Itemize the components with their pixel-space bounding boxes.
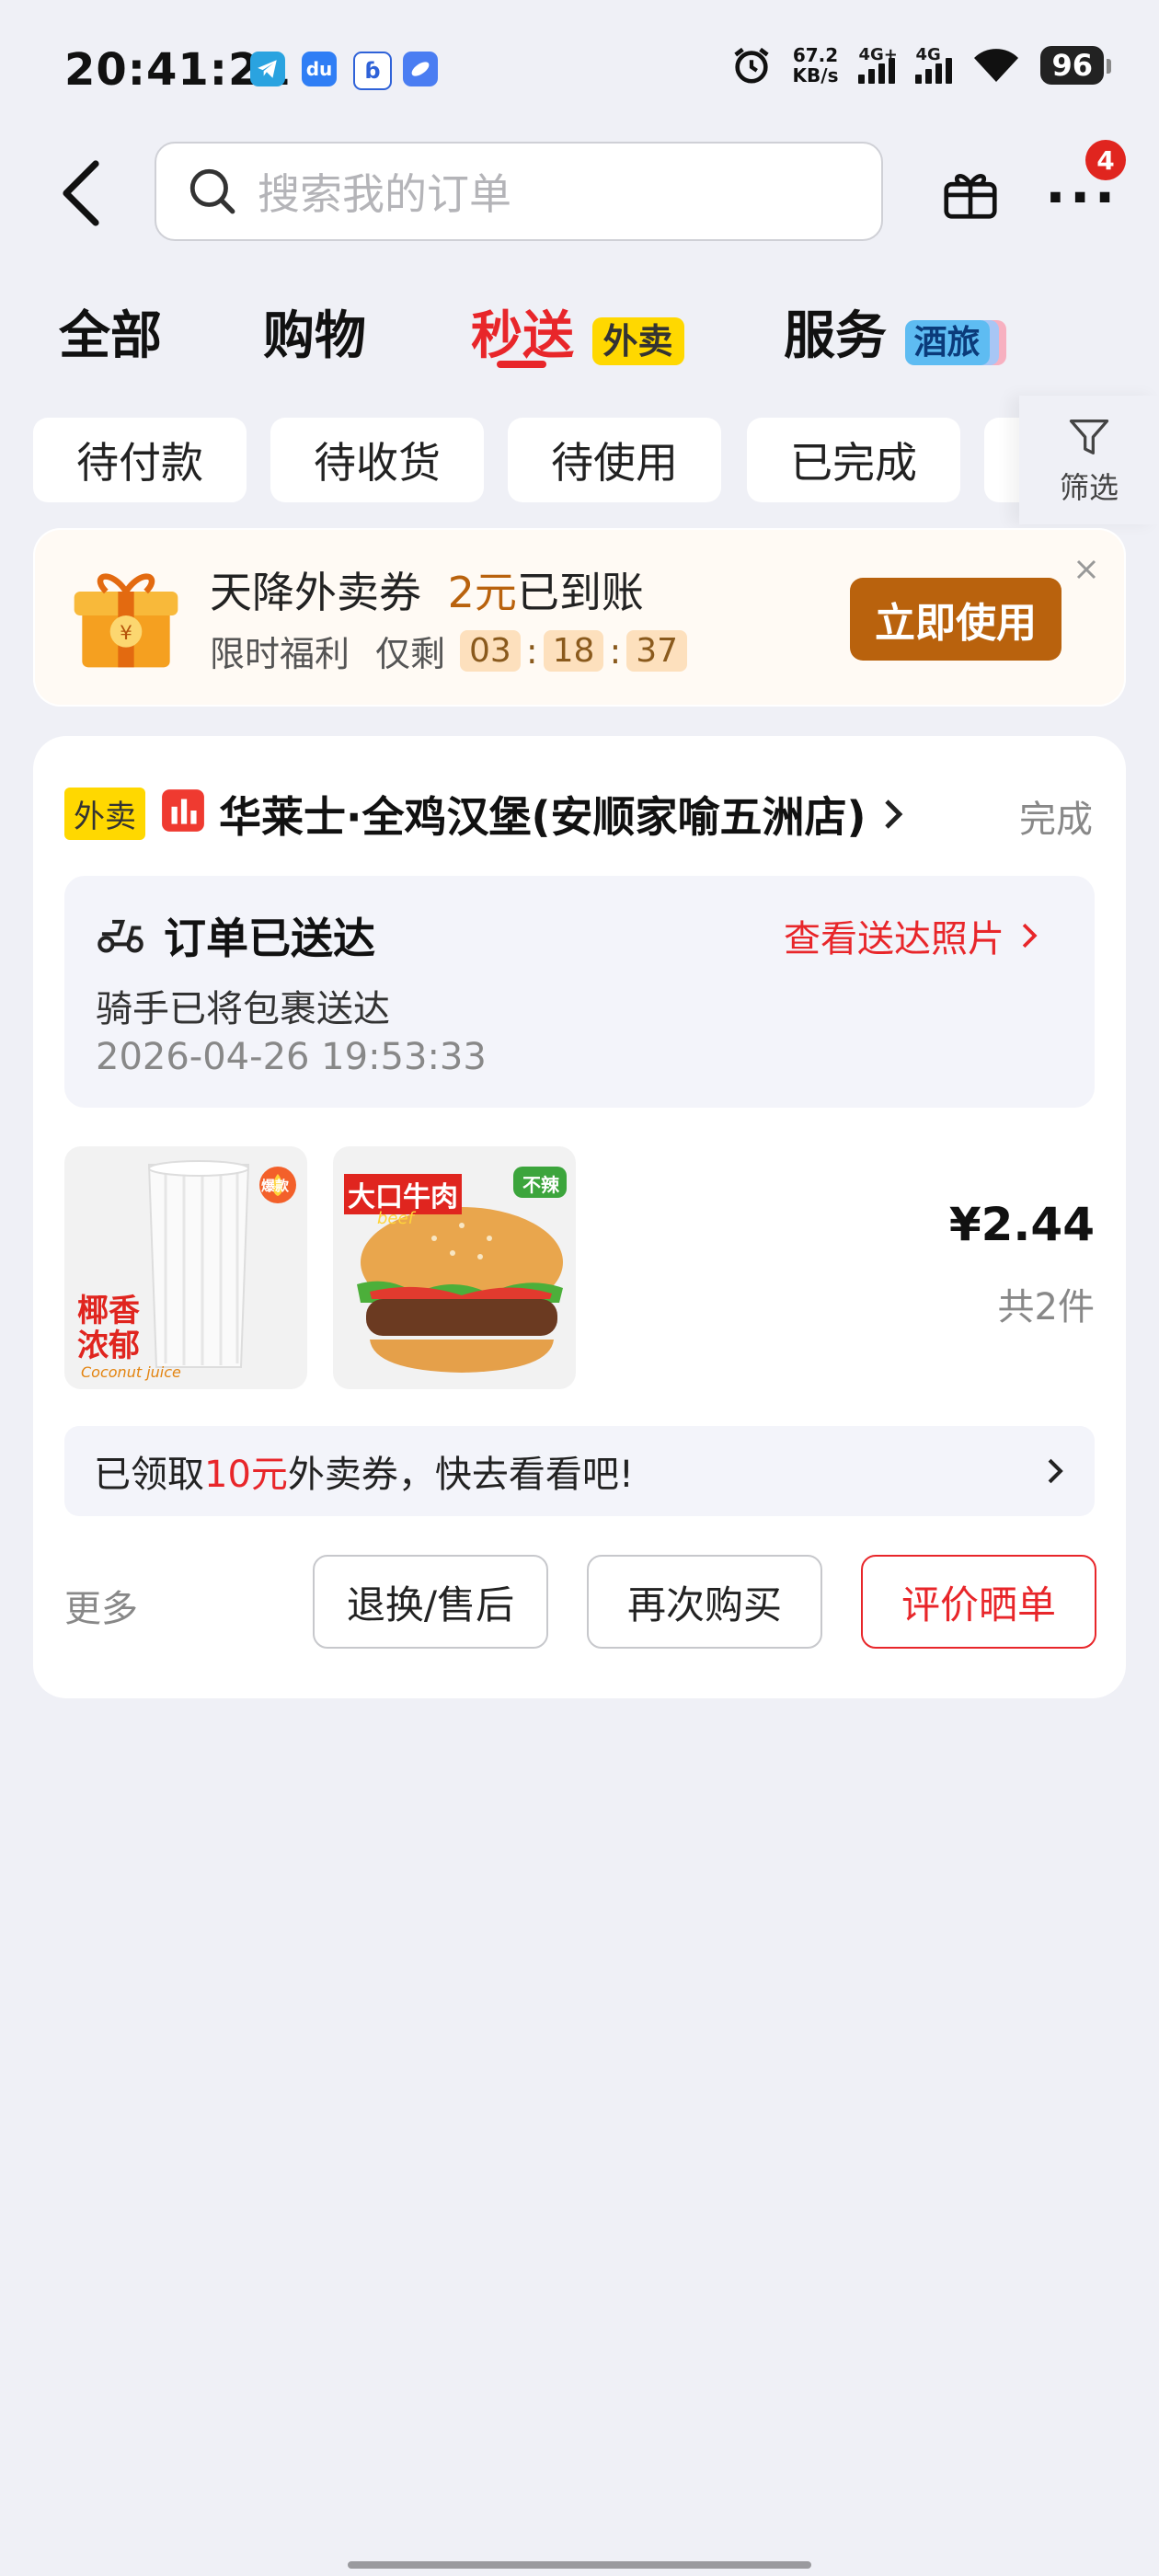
hotel-travel-tag: 酒旅 (904, 320, 990, 365)
chevron-right-icon (1022, 923, 1038, 949)
burger-sub-label: beef (377, 1209, 414, 1228)
banner-title: 天降外卖券 2元已到账 (210, 568, 644, 617)
countdown-seconds: 37 (626, 630, 688, 672)
chevron-right-icon (884, 799, 902, 829)
product-image-coconut[interactable]: 椰香浓郁 Coconut juice 爆款 (64, 1146, 307, 1389)
buy-again-button[interactable]: 再次购买 (587, 1555, 822, 1649)
tab-express[interactable]: 秒送 外卖 (471, 294, 684, 369)
tab-shopping[interactable]: 购物 (263, 294, 366, 369)
pill-app-icon (403, 52, 438, 86)
order-type-tag: 外卖 (64, 788, 145, 840)
banner-subtitle: 限时福利 仅剩 03 : 18 : 37 (210, 626, 688, 676)
back-arrow-icon[interactable] (55, 158, 107, 228)
filter-label: 筛选 (1059, 470, 1119, 505)
gift-box-icon: ¥ (74, 573, 178, 668)
gift-icon[interactable] (938, 160, 1003, 224)
tab-all[interactable]: 全部 (59, 294, 162, 369)
delivery-link-label: 查看送达照片 (784, 918, 1004, 960)
signal-2-icon: 4G (915, 45, 953, 84)
burger-badge: 不辣 (522, 1174, 559, 1196)
product-image-burger[interactable]: 大口牛肉 beef 不辣 (333, 1146, 576, 1389)
baidu-netdisk-icon: du (302, 52, 337, 86)
notification-badge: 4 (1085, 140, 1126, 180)
search-placeholder: 搜索我的订单 (258, 169, 511, 219)
coconut-product-label: 椰香浓郁 (77, 1293, 140, 1364)
delivery-time: 2026-04-26 19:53:33 (96, 1036, 487, 1078)
filter-pending-payment[interactable]: 待付款 (33, 418, 247, 502)
filter-pending-use[interactable]: 待使用 (508, 418, 721, 502)
delivery-title: 订单已送达 (164, 914, 375, 963)
battery-indicator: 96 (1040, 46, 1111, 85)
review-order-button[interactable]: 评价晒单 (861, 1555, 1096, 1649)
net-speed: 67.2 KB/s (792, 44, 839, 86)
coupon-received-row[interactable]: 已领取10元外卖券，快去看看吧! (64, 1426, 1095, 1516)
tab-services-label: 服务 (784, 306, 887, 366)
alarm-clock-icon (733, 47, 769, 84)
home-indicator[interactable] (348, 2561, 811, 2569)
order-status: 完成 (1019, 799, 1093, 841)
shop-link[interactable]: 华莱士·全鸡汉堡(安顺家喻五洲店) (219, 784, 905, 845)
return-aftersale-button[interactable]: 退换/售后 (313, 1555, 548, 1649)
wifi-icon (974, 49, 1019, 82)
svg-text:¥: ¥ (120, 622, 132, 645)
filter-completed[interactable]: 已完成 (747, 418, 960, 502)
view-delivery-photo-link[interactable]: 查看送达照片 (784, 909, 1039, 962)
order-search-input[interactable]: 搜索我的订单 (155, 142, 883, 241)
countdown-hours: 03 (460, 630, 521, 672)
shop-logo-icon (162, 789, 204, 832)
order-price: ¥2.44 (948, 1198, 1095, 1251)
tab-services[interactable]: 服务 酒旅 (784, 294, 990, 369)
takeout-tag: 外卖 (591, 317, 684, 365)
close-icon[interactable] (1073, 556, 1100, 583)
delivery-desc: 骑手已将包裹送达 (96, 988, 390, 1030)
tab-express-label: 秒送 (471, 306, 574, 366)
delivery-scooter-icon (98, 919, 143, 953)
telegram-icon (250, 52, 285, 86)
filter-button[interactable]: 筛选 (1019, 396, 1159, 524)
search-icon (189, 168, 235, 214)
active-tab-underline (497, 361, 546, 368)
filter-pending-receipt[interactable]: 待收货 (270, 418, 484, 502)
status-right: 67.2 KB/s 4G+ 4G 96 (730, 44, 1111, 86)
chevron-right-icon (1048, 1458, 1063, 1484)
shop-name: 华莱士·全鸡汉堡(安顺家喻五洲店) (219, 792, 866, 842)
coupon-text: 已领取10元外卖券，快去看看吧! (94, 1454, 634, 1496)
use-coupon-button[interactable]: 立即使用 (850, 578, 1061, 661)
countdown-minutes: 18 (543, 630, 604, 672)
order-quantity: 共2件 (997, 1286, 1095, 1328)
more-actions[interactable]: 更多 (64, 1579, 138, 1632)
signal-1-icon: 4G+ (858, 45, 898, 84)
coconut-sub-label: Coconut juice (81, 1363, 181, 1381)
baidu-icon: ɓ (353, 52, 392, 90)
funnel-icon (1069, 420, 1109, 454)
coconut-badge: 爆款 (261, 1178, 290, 1194)
